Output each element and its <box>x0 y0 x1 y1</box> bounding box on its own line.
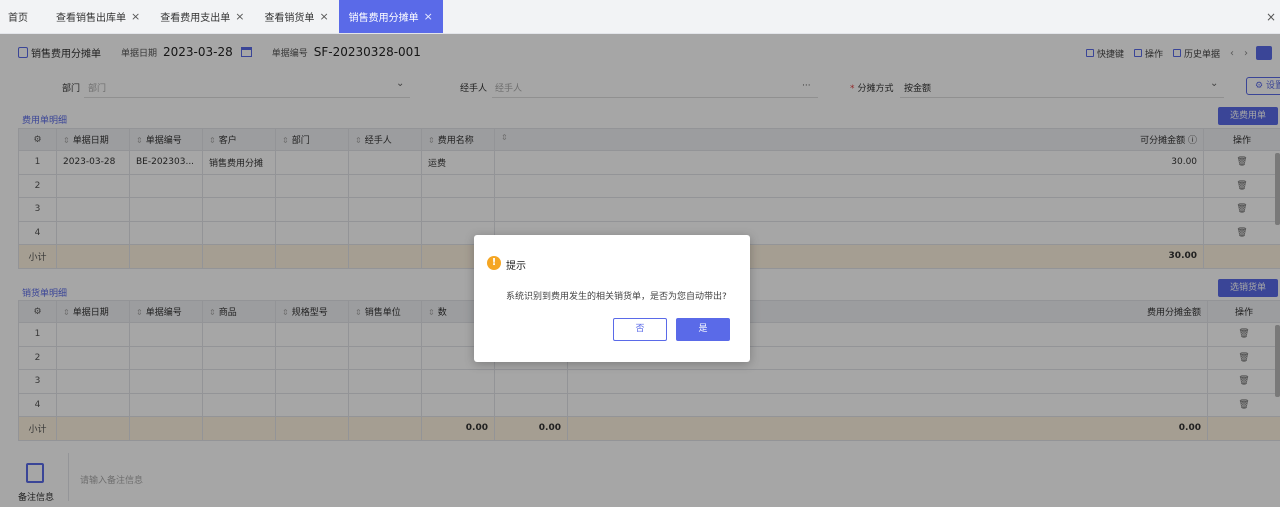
close-icon[interactable]: × <box>424 10 433 23</box>
tab-sales-outbound[interactable]: 查看销售出库单 × <box>46 0 150 33</box>
tab-label: 销售费用分摊单 <box>348 13 419 24</box>
tab-label: 查看费用支出单 <box>160 13 231 24</box>
prompt-dialog: ! 提示 系统识别到费用发生的相关销货单，是否为您自动带出? 否 是 <box>474 235 750 362</box>
close-all-icon[interactable]: × <box>1266 10 1276 24</box>
tab-label: 查看销售出库单 <box>56 13 126 24</box>
dialog-title: 提示 <box>506 261 526 272</box>
tab-bar: 首页 查看销售出库单 × 查看费用支出单 × 查看销货单 × 销售费用分摊单 × × <box>0 0 1280 34</box>
tab-sales-order[interactable]: 查看销货单 × <box>254 0 338 33</box>
dialog-message: 系统识别到费用发生的相关销货单，是否为您自动带出? <box>506 292 727 302</box>
tab-label: 首页 <box>8 13 28 24</box>
yes-button[interactable]: 是 <box>676 318 730 341</box>
tab-home[interactable]: 首页 <box>0 0 46 33</box>
close-icon[interactable]: × <box>319 10 328 23</box>
no-button[interactable]: 否 <box>613 318 667 341</box>
tab-label: 查看销货单 <box>264 13 315 24</box>
warning-icon: ! <box>487 256 501 270</box>
tab-expense-payment[interactable]: 查看费用支出单 × <box>150 0 254 33</box>
close-icon[interactable]: × <box>235 10 244 23</box>
close-icon[interactable]: × <box>131 10 140 23</box>
tab-expense-allocation[interactable]: 销售费用分摊单 × <box>338 0 443 33</box>
